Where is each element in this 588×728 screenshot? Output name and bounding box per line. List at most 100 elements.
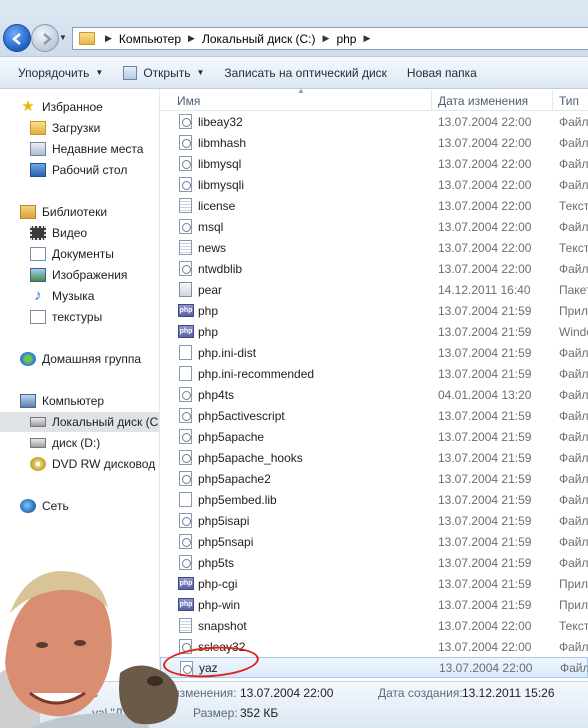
nav-libraries[interactable]: Библиотеки: [20, 202, 107, 222]
file-date-modified: 13.07.2004 21:59: [438, 303, 532, 318]
file-name: php5ts: [198, 555, 235, 570]
libraries-icon: [20, 205, 36, 219]
file-row[interactable]: php php-win 13.07.2004 21:59 Прил: [160, 594, 588, 615]
file-row[interactable]: php5apache_hooks 13.07.2004 21:59 Файл: [160, 447, 588, 468]
file-date-modified: 13.07.2004 22:00: [438, 261, 532, 276]
column-type[interactable]: Тип: [559, 94, 579, 108]
file-list-pane: ▲ Имя Дата изменения Тип libeay32 13.07.2…: [160, 89, 588, 681]
arrow-right-icon: [43, 33, 52, 45]
chevron-right-icon[interactable]: ▶: [323, 33, 330, 44]
file-row[interactable]: pear 14.12.2011 16:40 Пакет: [160, 279, 588, 300]
file-row[interactable]: php php-cgi 13.07.2004 21:59 Прил: [160, 573, 588, 594]
chevron-right-icon[interactable]: ▶: [363, 33, 370, 44]
nav-recent-places[interactable]: Недавние места: [30, 139, 143, 159]
file-type: Файл: [559, 513, 588, 528]
file-row[interactable]: libmysqli 13.07.2004 22:00 Файл: [160, 174, 588, 195]
column-date-modified[interactable]: Дата изменения: [438, 94, 528, 108]
file-name: libmhash: [198, 135, 247, 150]
documents-library-icon: [30, 247, 46, 261]
file-row[interactable]: snapshot 13.07.2004 22:00 Текст: [160, 615, 588, 636]
file-date-modified: 13.07.2004 21:59: [438, 450, 532, 465]
file-row[interactable]: php php 13.07.2004 21:59 Прил: [160, 300, 588, 321]
file-row[interactable]: libmhash 13.07.2004 22:00 Файл: [160, 132, 588, 153]
new-folder-button[interactable]: Новая папка: [397, 57, 487, 88]
nav-documents[interactable]: Документы: [30, 244, 114, 264]
nav-network[interactable]: Сеть: [20, 496, 69, 516]
file-row[interactable]: php4ts 04.01.2004 13:20 Файл: [160, 384, 588, 405]
command-bar: Упорядочить ▼ Открыть ▼ Записать на опти…: [0, 57, 588, 89]
burn-button[interactable]: Записать на оптический диск: [214, 57, 397, 88]
person-photo-image: [0, 571, 179, 728]
file-type: Файл: [559, 135, 588, 150]
php-icon: php: [178, 325, 194, 338]
nav-homegroup[interactable]: Домашняя группа: [20, 349, 141, 369]
file-row[interactable]: php5ts 13.07.2004 21:59 Файл: [160, 552, 588, 573]
nav-textures[interactable]: текстуры: [30, 307, 102, 327]
chevron-right-icon[interactable]: ▶: [105, 33, 112, 44]
file-type: Файл: [559, 345, 588, 360]
nav-video[interactable]: Видео: [30, 223, 87, 243]
file-name: news: [198, 240, 227, 255]
file-date-modified: 13.07.2004 22:00: [438, 135, 532, 150]
file-name: php5isapi: [198, 513, 250, 528]
file-row[interactable]: php5nsapi 13.07.2004 21:59 Файл: [160, 531, 588, 552]
address-bar[interactable]: ▶ Компьютер ▶ Локальный диск (C:) ▶ php …: [72, 27, 588, 50]
folder-icon: [79, 32, 95, 45]
file-type: Пакет: [559, 282, 588, 297]
dll-icon: [179, 513, 192, 528]
file-date-modified: 13.07.2004 22:00: [438, 639, 532, 654]
file-icon: [179, 366, 192, 381]
file-row[interactable]: license 13.07.2004 22:00 Текст: [160, 195, 588, 216]
file-type: Файл: [559, 261, 588, 276]
column-name[interactable]: Имя: [177, 94, 200, 108]
nav-local-disk-c[interactable]: Локальный диск (C: [0, 412, 159, 432]
nav-music[interactable]: ♪ Музыка: [30, 286, 94, 306]
nav-label: Сеть: [42, 499, 69, 513]
nav-dvd-drive[interactable]: DVD RW дисковод (: [30, 454, 159, 474]
file-type: Прил: [559, 303, 588, 318]
file-row[interactable]: php5isapi 13.07.2004 21:59 Файл: [160, 510, 588, 531]
star-icon: ★: [21, 98, 35, 115]
nav-downloads[interactable]: Загрузки: [30, 118, 100, 138]
back-button[interactable]: [3, 24, 31, 52]
textures-library-icon: [30, 310, 46, 324]
chevron-right-icon[interactable]: ▶: [188, 33, 195, 44]
file-name: php-win: [198, 597, 241, 612]
file-row[interactable]: php5apache2 13.07.2004 21:59 Файл: [160, 468, 588, 489]
file-row[interactable]: php5apache 13.07.2004 21:59 Файл: [160, 426, 588, 447]
file-row[interactable]: news 13.07.2004 22:00 Текст: [160, 237, 588, 258]
file-type: Файл: [559, 219, 588, 234]
file-name: php.ini-dist: [198, 345, 257, 360]
file-row[interactable]: php5activescript 13.07.2004 21:59 Файл: [160, 405, 588, 426]
nav-desktop[interactable]: Рабочий стол: [30, 160, 127, 180]
nav-images[interactable]: Изображения: [30, 265, 127, 285]
dll-icon: [179, 219, 192, 234]
column-divider[interactable]: [552, 90, 553, 110]
desktop-icon: [30, 163, 46, 177]
file-row[interactable]: msql 13.07.2004 22:00 Файл: [160, 216, 588, 237]
breadcrumb-php[interactable]: php: [336, 32, 356, 46]
file-row[interactable]: php5embed.lib 13.07.2004 21:59 Файл: [160, 489, 588, 510]
column-divider[interactable]: [431, 90, 432, 110]
file-name: libmysql: [198, 156, 242, 171]
file-row[interactable]: ntwdblib 13.07.2004 22:00 Файл: [160, 258, 588, 279]
file-row[interactable]: php.ini-recommended 13.07.2004 21:59 Файл: [160, 363, 588, 384]
breadcrumb-local-disk[interactable]: Локальный диск (C:): [202, 32, 316, 46]
overlay-photo: [0, 563, 190, 728]
file-row[interactable]: php.ini-dist 13.07.2004 21:59 Файл: [160, 342, 588, 363]
nav-computer[interactable]: Компьютер: [20, 391, 104, 411]
file-type: Файл: [559, 114, 588, 129]
breadcrumb-computer[interactable]: Компьютер: [119, 32, 181, 46]
nav-label: Изображения: [52, 268, 128, 282]
nav-disk-d[interactable]: диск (D:): [30, 433, 100, 453]
recent-pages-dropdown[interactable]: ▼: [59, 33, 69, 43]
organize-button[interactable]: Упорядочить ▼: [8, 57, 113, 88]
nav-favorites[interactable]: ★ Избранное: [20, 97, 103, 117]
open-button[interactable]: Открыть ▼: [113, 57, 214, 88]
forward-button[interactable]: [31, 24, 59, 52]
nav-label: Библиотеки: [42, 205, 108, 219]
file-row[interactable]: phpphp 13.07.2004 21:59 Windo: [160, 321, 588, 342]
file-row[interactable]: libmysql 13.07.2004 22:00 Файл: [160, 153, 588, 174]
file-type: Прил: [559, 576, 588, 591]
file-row[interactable]: libeay32 13.07.2004 22:00 Файл: [160, 111, 588, 132]
